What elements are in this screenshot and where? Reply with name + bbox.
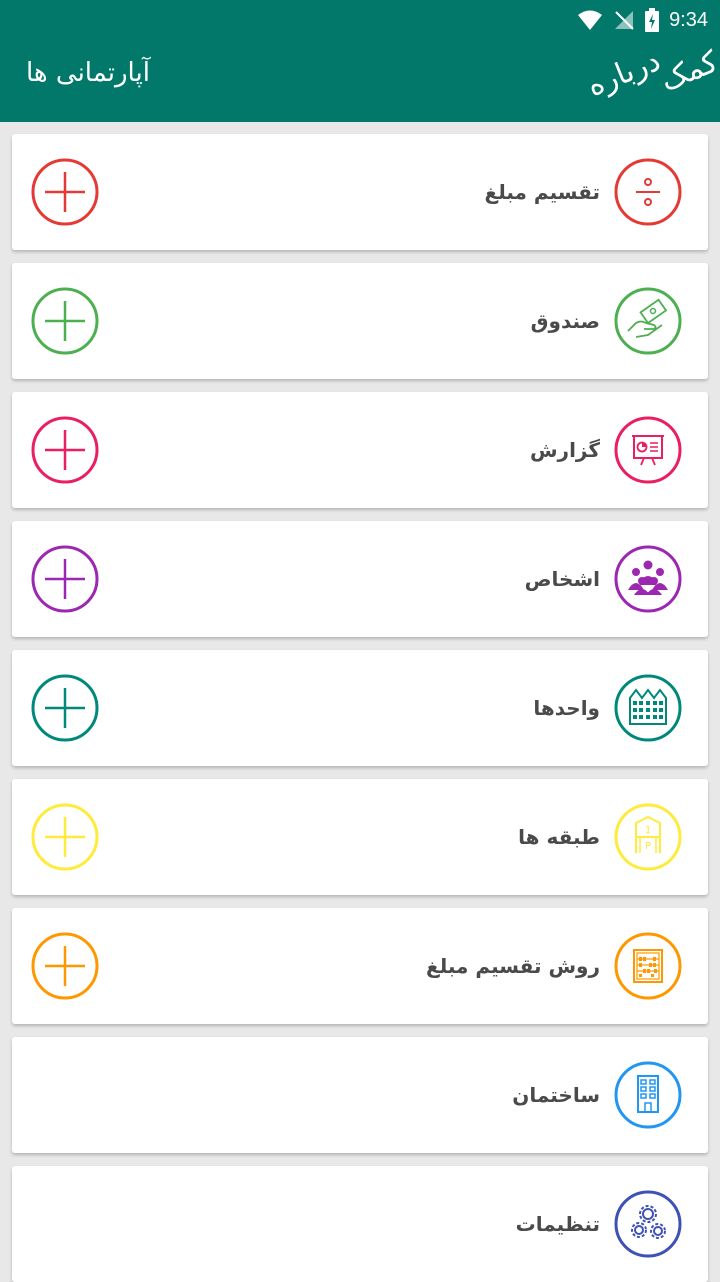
divide-icon xyxy=(614,158,682,226)
status-bar: 9:34 xyxy=(0,0,720,40)
status-time: 9:34 xyxy=(669,8,708,31)
add-button[interactable] xyxy=(31,803,99,871)
abacus-icon xyxy=(614,932,682,1000)
menu-card-label: گزارش xyxy=(529,438,600,462)
money-hand-icon xyxy=(614,287,682,355)
add-button[interactable] xyxy=(31,674,99,742)
add-button[interactable] xyxy=(31,158,99,226)
menu-card-label: روش تقسیم مبلغ xyxy=(426,954,600,978)
menu-card-building[interactable]: ساختمان xyxy=(12,1037,708,1153)
menu-card-label: اشخاص xyxy=(524,567,600,591)
menu-card-label: ساختمان xyxy=(512,1083,600,1107)
menu-card-units[interactable]: واحدها xyxy=(12,650,708,766)
wifi-icon xyxy=(578,10,603,30)
add-button[interactable] xyxy=(31,932,99,1000)
app-bar: آپارتمانی ها درباره کمک xyxy=(0,40,720,122)
battery-charging-icon xyxy=(645,8,660,32)
menu-card-people[interactable]: اشخاص xyxy=(12,521,708,637)
people-group-icon xyxy=(614,545,682,613)
page-title: آپارتمانی ها xyxy=(26,58,150,88)
menu-card-division-method[interactable]: روش تقسیم مبلغ xyxy=(12,908,708,1024)
building-icon xyxy=(614,1061,682,1129)
add-button[interactable] xyxy=(31,545,99,613)
presentation-chart-icon xyxy=(614,416,682,484)
about-menu-button[interactable]: درباره xyxy=(582,43,665,104)
add-button[interactable] xyxy=(31,287,99,355)
menu-card-settings[interactable]: تنظیمات xyxy=(12,1166,708,1282)
svg-text:P: P xyxy=(645,841,651,852)
no-signal-icon xyxy=(615,11,634,30)
menu-card-label: طبقه ها xyxy=(518,825,600,849)
menu-card-label: واحدها xyxy=(533,696,600,720)
status-icons: 9:34 xyxy=(577,6,708,34)
menu-card-label: تنظیمات xyxy=(515,1212,600,1236)
menu-card-label: تقسیم مبلغ xyxy=(484,180,600,204)
buildings-icon xyxy=(614,674,682,742)
svg-text:1: 1 xyxy=(645,825,651,836)
menu-card-divide[interactable]: تقسیم مبلغ xyxy=(12,134,708,250)
menu-card-floors[interactable]: طبقه ها 1 P xyxy=(12,779,708,895)
menu-card-report[interactable]: گزارش xyxy=(12,392,708,508)
add-button[interactable] xyxy=(31,416,99,484)
gears-icon xyxy=(614,1190,682,1258)
help-menu-button[interactable]: کمک xyxy=(656,44,720,98)
menu-card-fund[interactable]: صندوق xyxy=(12,263,708,379)
menu-card-label: صندوق xyxy=(530,309,600,333)
floors-icon: 1 P xyxy=(614,803,682,871)
